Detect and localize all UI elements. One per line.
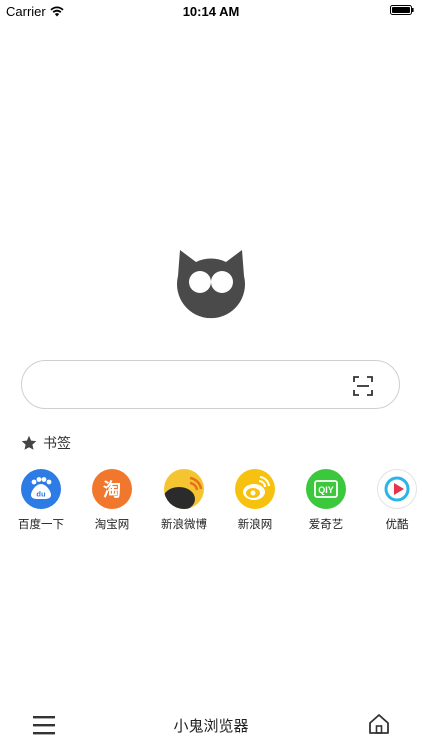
bookmark-weibo[interactable]: 新浪微博 [152,469,216,532]
bookmarks-title: 书签 [43,436,71,452]
iqiyi-icon-text: QIY [318,485,334,495]
bookmark-taobao[interactable]: 淘 淘宝网 [80,469,144,532]
iqiyi-icon: QIY [306,469,346,509]
youku-icon [377,469,417,509]
status-bar: Carrier 10:14 AM [0,0,422,22]
bookmarks-header: 书签 [21,433,71,453]
app-title: 小鬼浏览器 [173,717,249,735]
bookmark-youku[interactable]: 优酷 [365,469,422,532]
status-time: 10:14 AM [182,4,240,19]
bookmark-label: 新浪微博 [161,517,207,531]
scan-icon[interactable] [353,376,373,396]
taobao-icon: 淘 [92,469,132,509]
star-icon [21,435,37,450]
bookmark-label: 优酷 [385,517,409,531]
baidu-icon: du [21,469,61,509]
home-icon[interactable] [368,713,390,735]
owl-logo [177,250,246,319]
sina-icon [235,469,275,509]
bookmark-label: 百度一下 [18,517,64,531]
taobao-icon-text: 淘 [103,479,121,501]
bookmark-sina[interactable]: 新浪网 [223,469,287,532]
battery-icon [390,5,414,15]
bottom-bar: 小鬼浏览器 [0,700,422,750]
weibo-icon [164,469,204,509]
bookmark-iqiyi[interactable]: QIY 爱奇艺 [294,469,358,532]
search-input[interactable] [42,371,346,401]
baidu-icon-text: du [36,490,46,499]
bookmark-label: 爱奇艺 [308,517,344,531]
search-box[interactable] [21,360,400,409]
bookmark-baidu[interactable]: du 百度一下 [9,469,73,532]
bookmark-label: 新浪网 [237,517,273,531]
bookmark-label: 淘宝网 [94,517,130,531]
bookmark-list: du 百度一下 淘 淘宝网 新浪微博 新浪网 QIY 爱奇艺 优酷 [0,469,422,539]
